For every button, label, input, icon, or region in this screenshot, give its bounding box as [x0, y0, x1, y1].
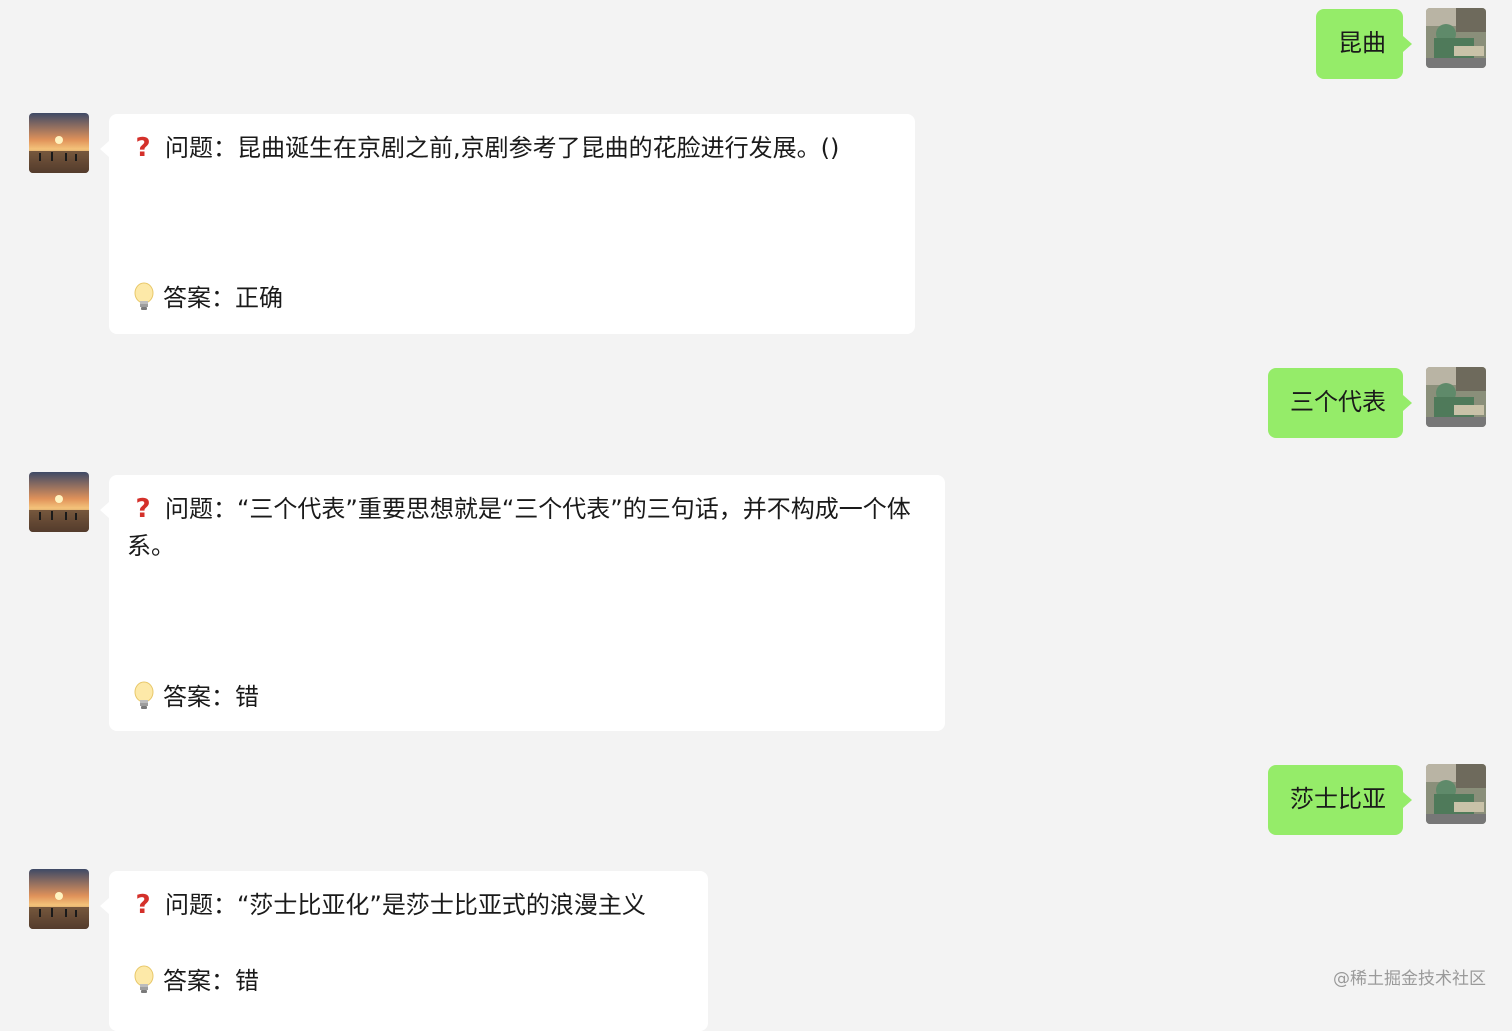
- lightbulb-icon: [134, 681, 154, 709]
- user-avatar[interactable]: [1426, 367, 1486, 427]
- bot-avatar[interactable]: [29, 113, 89, 173]
- question-label: 问题：: [165, 891, 237, 919]
- question-text: “三个代表”重要思想就是“三个代表”的三句话，并不构成一个体系。: [127, 495, 911, 560]
- bot-avatar-image: [29, 472, 89, 532]
- answer-line: 答案：错: [127, 679, 929, 716]
- question-mark-icon: ?: [135, 890, 151, 920]
- lightbulb-icon: [134, 965, 154, 993]
- answer-line: 答案：正确: [127, 280, 899, 317]
- answer-line: 答案：错: [127, 963, 692, 1000]
- question-line: ? 问题：“莎士比亚化”是莎士比亚式的浪漫主义: [127, 887, 692, 924]
- user-avatar[interactable]: [1426, 764, 1486, 824]
- answer-label: 答案：: [163, 284, 235, 312]
- user-message-text: 莎士比亚: [1290, 785, 1386, 813]
- question-mark-icon: ?: [135, 133, 151, 163]
- bot-avatar[interactable]: [29, 472, 89, 532]
- answer-label: 答案：: [163, 683, 235, 711]
- bot-message-bubble[interactable]: ? 问题：昆曲诞生在京剧之前,京剧参考了昆曲的花脸进行发展。() 答案：正确: [100, 114, 915, 334]
- bot-avatar[interactable]: [29, 869, 89, 929]
- user-message-text: 昆曲: [1338, 29, 1386, 57]
- user-avatar-image: [1426, 367, 1486, 427]
- lightbulb-icon: [134, 282, 154, 310]
- user-message-bubble[interactable]: 三个代表: [1268, 368, 1412, 438]
- question-label: 问题：: [165, 134, 237, 162]
- user-avatar[interactable]: [1426, 8, 1486, 68]
- bot-message-bubble[interactable]: ? 问题：“三个代表”重要思想就是“三个代表”的三句话，并不构成一个体系。 答案：…: [100, 475, 945, 731]
- user-avatar-image: [1426, 764, 1486, 824]
- question-line: ? 问题：昆曲诞生在京剧之前,京剧参考了昆曲的花脸进行发展。(): [127, 130, 899, 167]
- answer-label: 答案：: [163, 967, 235, 995]
- answer-text: 错: [235, 967, 259, 995]
- user-message-text: 三个代表: [1290, 388, 1386, 416]
- answer-text: 错: [235, 683, 259, 711]
- bot-avatar-image: [29, 869, 89, 929]
- question-text: 昆曲诞生在京剧之前,京剧参考了昆曲的花脸进行发展。(): [237, 134, 840, 162]
- question-line: ? 问题：“三个代表”重要思想就是“三个代表”的三句话，并不构成一个体系。: [127, 491, 929, 565]
- answer-text: 正确: [235, 284, 283, 312]
- user-avatar-image: [1426, 8, 1486, 68]
- question-mark-icon: ?: [135, 494, 151, 524]
- bot-avatar-image: [29, 113, 89, 173]
- user-message-bubble[interactable]: 昆曲: [1316, 9, 1412, 79]
- bot-message-bubble[interactable]: ? 问题：“莎士比亚化”是莎士比亚式的浪漫主义 答案：错: [100, 871, 708, 1031]
- user-message-bubble[interactable]: 莎士比亚: [1268, 765, 1412, 835]
- watermark: @稀土掘金技术社区: [1333, 969, 1486, 989]
- question-label: 问题：: [165, 495, 237, 523]
- question-text: “莎士比亚化”是莎士比亚式的浪漫主义: [237, 891, 646, 919]
